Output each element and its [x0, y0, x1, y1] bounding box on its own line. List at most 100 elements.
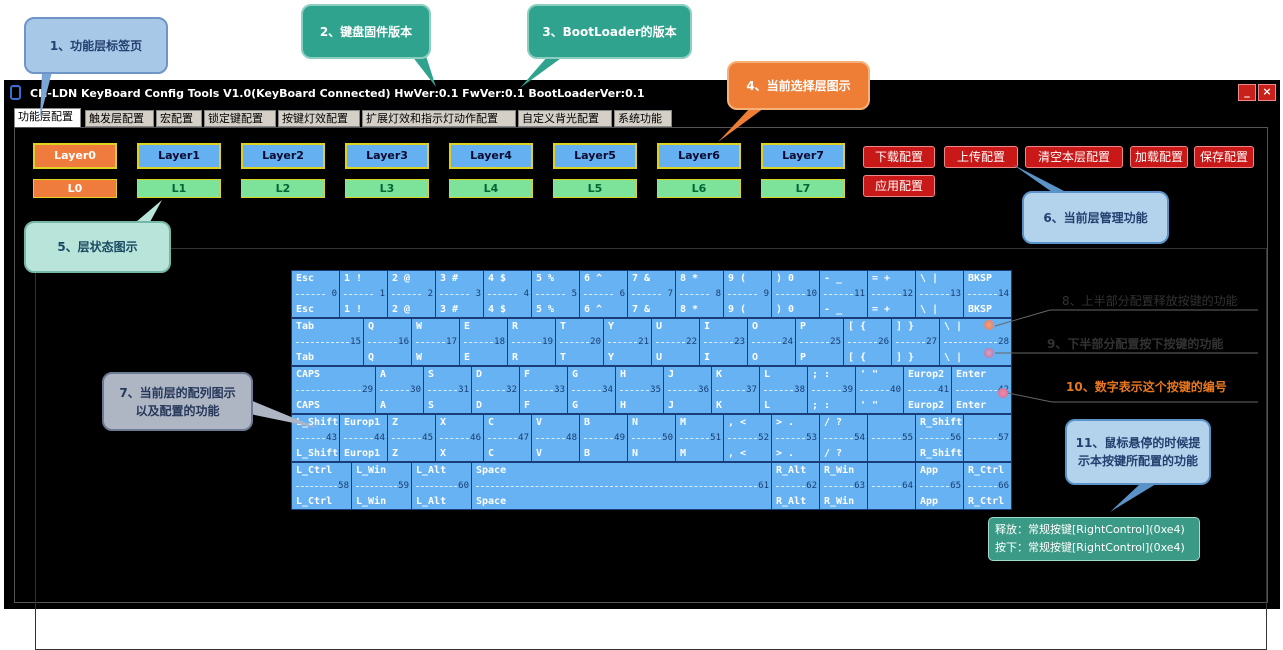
- key-27[interactable]: ] } 27] }: [891, 318, 940, 366]
- key-41[interactable]: Europ2 41 Europ2: [903, 366, 952, 414]
- tab-system[interactable]: 系统功能: [614, 110, 672, 127]
- key-32[interactable]: D 32 D: [471, 366, 520, 414]
- layer-button-1[interactable]: Layer1: [137, 143, 221, 169]
- key-30[interactable]: A 30 A: [375, 366, 424, 414]
- layer-button-6[interactable]: Layer6: [657, 143, 741, 169]
- layer-button-0[interactable]: Layer0: [33, 143, 117, 169]
- key-33[interactable]: F 33 F: [519, 366, 568, 414]
- load-config-button[interactable]: 加载配置: [1130, 146, 1188, 168]
- key-release-label: L_Shift: [296, 417, 339, 428]
- key-4[interactable]: 4 $ 4 4 $: [483, 270, 532, 318]
- close-button[interactable]: ×: [1258, 84, 1276, 101]
- key-press-label: CAPS: [296, 400, 321, 411]
- key-26[interactable]: [ {26 [ {: [843, 318, 892, 366]
- key-66[interactable]: R_Ctrl 66 R_Ctrl: [963, 462, 1012, 510]
- key-43[interactable]: L_Shift 43 L_Shift: [291, 414, 340, 462]
- key-divider: [464, 342, 493, 343]
- key-press-label: ] }: [896, 352, 915, 363]
- key-28[interactable]: \ | 28 \ |: [939, 318, 1012, 366]
- key-8[interactable]: 8 * 8 8 *: [675, 270, 724, 318]
- key-36[interactable]: J 36 J: [663, 366, 712, 414]
- key-divider: [296, 438, 325, 439]
- key-56[interactable]: R_Shift 56 R_Shift: [915, 414, 964, 462]
- key-16[interactable]: Q 16 Q: [363, 318, 412, 366]
- key-29[interactable]: CAPS 29 CAPS: [291, 366, 376, 414]
- layer-button-2[interactable]: Layer2: [241, 143, 325, 169]
- key-15[interactable]: Tab 15 Tab: [291, 318, 364, 366]
- key-11[interactable]: - _ 11 - _: [819, 270, 868, 318]
- apply-config-button[interactable]: 应用配置: [863, 175, 935, 197]
- key-54[interactable]: / ? 54 / ?: [819, 414, 868, 462]
- key-press-label: BKSP: [968, 304, 993, 315]
- upload-config-button[interactable]: 上传配置: [944, 146, 1018, 168]
- key-number: 2: [427, 289, 433, 299]
- tab-key-light[interactable]: 按键灯效配置: [278, 110, 360, 127]
- layer-button-5[interactable]: Layer5: [553, 143, 637, 169]
- key-47[interactable]: C 47 C: [483, 414, 532, 462]
- key-divider: [776, 438, 805, 439]
- tab-ext-light[interactable]: 扩展灯效和指示灯动作配置: [362, 110, 516, 127]
- key-5[interactable]: 5 % 5 5 %: [531, 270, 580, 318]
- key-number: 15: [350, 337, 361, 347]
- key-19[interactable]: R 19 R: [507, 318, 556, 366]
- layer-button-4[interactable]: Layer4: [449, 143, 533, 169]
- key-57[interactable]: 57: [963, 414, 1012, 462]
- minimize-button[interactable]: _: [1238, 84, 1256, 101]
- key-release-label: S: [428, 369, 435, 380]
- key-7[interactable]: 7 & 7 7 &: [627, 270, 676, 318]
- layer-button-3[interactable]: Layer3: [345, 143, 429, 169]
- key-24[interactable]: O 24 O: [747, 318, 796, 366]
- key-38[interactable]: L 38 L: [759, 366, 808, 414]
- key-64[interactable]: 64: [867, 462, 916, 510]
- tab-macro[interactable]: 宏配置: [156, 110, 202, 127]
- key-65[interactable]: App 65 App: [915, 462, 964, 510]
- key-17[interactable]: W 17 W: [411, 318, 460, 366]
- key-1[interactable]: 1 ! 1 1 !: [339, 270, 388, 318]
- key-55[interactable]: 55: [867, 414, 916, 462]
- key-37[interactable]: K 37 K: [711, 366, 760, 414]
- key-52[interactable]: , < 52 , <: [723, 414, 772, 462]
- key-44[interactable]: Europ1 44 Europ1: [339, 414, 388, 462]
- key-3[interactable]: 3 # 3 3 #: [435, 270, 484, 318]
- key-53[interactable]: > . 53 > .: [771, 414, 820, 462]
- tab-trigger-layer[interactable]: 触发层配置: [85, 110, 154, 127]
- key-12[interactable]: = + 12 = +: [867, 270, 916, 318]
- key-48[interactable]: V 48 V: [531, 414, 580, 462]
- layer-button-7[interactable]: Layer7: [761, 143, 845, 169]
- key-49[interactable]: B 49 B: [579, 414, 628, 462]
- key-40[interactable]: ' " 40 ' ": [855, 366, 904, 414]
- key-21[interactable]: Y 21 Y: [603, 318, 652, 366]
- key-10[interactable]: ) 0 10) 0: [771, 270, 820, 318]
- key-20[interactable]: T 20 T: [555, 318, 604, 366]
- key-45[interactable]: Z 45 Z: [387, 414, 436, 462]
- key-63[interactable]: R_Win 63 R_Win: [819, 462, 868, 510]
- key-13[interactable]: \ | 13 \ |: [915, 270, 964, 318]
- tab-custom-backlight[interactable]: 自定义背光配置: [518, 110, 612, 127]
- key-9[interactable]: 9 (9 9 (: [723, 270, 772, 318]
- key-23[interactable]: I 23 I: [699, 318, 748, 366]
- key-34[interactable]: G 34 G: [567, 366, 616, 414]
- key-2[interactable]: 2 @ 2 2 @: [387, 270, 436, 318]
- key-59[interactable]: L_Win 59 L_Win: [351, 462, 412, 510]
- key-51[interactable]: M 51 M: [675, 414, 724, 462]
- key-6[interactable]: 6 ^ 6 6 ^: [579, 270, 628, 318]
- key-35[interactable]: H 35 H: [615, 366, 664, 414]
- key-25[interactable]: P 25 P: [795, 318, 844, 366]
- key-50[interactable]: N 50 N: [627, 414, 676, 462]
- key-46[interactable]: X 46 X: [435, 414, 484, 462]
- clear-layer-button[interactable]: 清空本层配置: [1025, 146, 1123, 168]
- key-22[interactable]: U 22 U: [651, 318, 700, 366]
- key-31[interactable]: S 31 S: [423, 366, 472, 414]
- key-18[interactable]: E 18 E: [459, 318, 508, 366]
- save-config-button[interactable]: 保存配置: [1194, 146, 1254, 168]
- key-61[interactable]: Space 61 Space: [471, 462, 772, 510]
- download-config-button[interactable]: 下载配置: [863, 146, 935, 168]
- key-60[interactable]: L_Alt 60 L_Alt: [411, 462, 472, 510]
- key-62[interactable]: R_Alt 62 R_Alt: [771, 462, 820, 510]
- key-39[interactable]: ; : 39 ; :: [807, 366, 856, 414]
- key-58[interactable]: L_Ctrl 58 L_Ctrl: [291, 462, 352, 510]
- tab-lock-key[interactable]: 锁定键配置: [204, 110, 276, 127]
- key-0[interactable]: Esc 0 Esc: [291, 270, 340, 318]
- tab-function-layer[interactable]: 功能层配置: [14, 108, 81, 128]
- key-14[interactable]: BKSP 14 BKSP: [963, 270, 1012, 318]
